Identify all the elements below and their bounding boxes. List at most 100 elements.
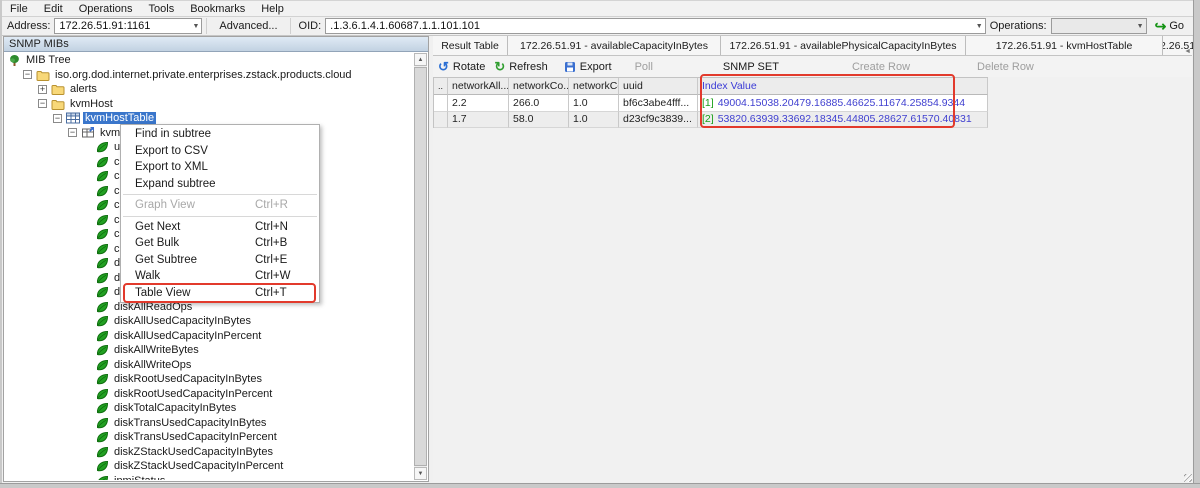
leaf-icon [96, 446, 109, 458]
tab-172-26-51-91-availablephysicalcapacityinbytes[interactable]: 172.26.51.91 - availablePhysicalCapacity… [721, 36, 966, 55]
tree-node-diskrootusedcapacityinpercent[interactable]: diskRootUsedCapacityInPercent [6, 387, 413, 402]
mib-panel-header: SNMP MIBs [4, 37, 428, 52]
resize-grip[interactable] [1184, 474, 1192, 482]
context-menu-item-get-subtree[interactable]: Get SubtreeCtrl+E [121, 252, 319, 269]
go-button[interactable]: ↪ Go [1151, 20, 1188, 32]
tree-node-diskallwritebytes[interactable]: diskAllWriteBytes [6, 343, 413, 358]
context-menu-item-export-to-csv[interactable]: Export to CSV [121, 143, 319, 160]
table-cell[interactable]: 266.0 [509, 95, 569, 112]
table-cell[interactable]: bf6c3abe4fff... [619, 95, 698, 112]
go-button-label: Go [1169, 20, 1184, 32]
table-cell[interactable] [434, 95, 448, 112]
tab-172-26-51-91-availablecapacityinbytes[interactable]: 172.26.51.91 - availableCapacityInBytes [508, 36, 721, 55]
context-menu-item-expand-subtree[interactable]: Expand subtree [121, 176, 319, 193]
table-cell[interactable]: d23cf9c3839... [619, 112, 698, 129]
tree-node-diskallusedcapacityinpercent[interactable]: diskAllUsedCapacityInPercent [6, 329, 413, 344]
table-cell-index-value[interactable]: [2]53820.63939.33692.18345.44805.28627.6… [698, 112, 988, 129]
advanced-button[interactable]: Advanced... [206, 18, 290, 34]
menu-edit[interactable]: Edit [36, 1, 71, 16]
chevron-down-icon[interactable]: ▼ [1133, 23, 1144, 30]
tab-result-table[interactable]: Result Table [433, 36, 508, 55]
tree-node-mib-tree[interactable]: MIB Tree [6, 53, 413, 68]
menu-bar: FileEditOperationsToolsBookmarksHelp [2, 1, 1193, 17]
toolbar-button-snmp-set[interactable]: SNMP SET [723, 61, 779, 73]
collapse-icon[interactable]: − [38, 99, 47, 108]
table-cell[interactable] [434, 112, 448, 129]
menu-tools[interactable]: Tools [141, 1, 183, 16]
context-menu-item-label: Get Subtree [135, 254, 197, 266]
leaf-icon [96, 286, 109, 298]
table-cell-index-value[interactable]: [1]49004.15038.20479.16885.46625.11674.2… [698, 95, 988, 112]
tab-scroll-left-icon[interactable]: ◄ [1184, 48, 1191, 480]
table-cell[interactable]: 1.0 [569, 95, 619, 112]
collapse-icon[interactable]: − [23, 70, 32, 79]
result-toolbar: ↺Rotate↻RefreshExportPollSNMP SETCreate … [433, 56, 1192, 77]
tree-node-disktotalcapacityinbytes[interactable]: diskTotalCapacityInBytes [6, 401, 413, 416]
table-cell[interactable]: 2.2 [448, 95, 509, 112]
tree-node-iso-org-dod-internet-private-enterprises-zstack-products-cloud[interactable]: − iso.org.dod.internet.private.enterprise… [6, 68, 413, 83]
column-header-2[interactable]: networkCo... [509, 78, 569, 95]
oid-label: OID: [299, 20, 322, 32]
tab-172-26-51-91-kvmhosttable[interactable]: 172.26.51.91 - kvmHostTable [966, 36, 1163, 55]
tree-node-label: MIB Tree [24, 54, 73, 66]
context-menu-item-export-to-xml[interactable]: Export to XML [121, 159, 319, 176]
column-header-3[interactable]: networkCo... [569, 78, 619, 95]
context-menu-item-label: Find in subtree [135, 128, 211, 140]
menu-separator [123, 194, 317, 195]
tree-node-ipmistatus[interactable]: ipmiStatus [6, 474, 413, 481]
column-header-4[interactable]: uuid [619, 78, 698, 95]
tree-node-diskzstackusedcapacityinpercent[interactable]: diskZStackUsedCapacityInPercent [6, 459, 413, 474]
chevron-down-icon[interactable]: ▼ [972, 23, 983, 30]
tree-node-diskallwriteops[interactable]: diskAllWriteOps [6, 358, 413, 373]
context-menu-item-label: Expand subtree [135, 178, 216, 190]
menu-bookmarks[interactable]: Bookmarks [182, 1, 253, 16]
context-menu-item-label: Export to CSV [135, 145, 208, 157]
tab-172-26-51-91[interactable]: 172.26.51.91 [1163, 36, 1196, 55]
toolbar-button-export[interactable]: Export [564, 61, 612, 73]
context-menu-item-table-view[interactable]: Table ViewCtrl+T [121, 285, 319, 302]
table-cell[interactable]: 1.0 [569, 112, 619, 129]
scroll-up-icon[interactable]: ▲ [414, 53, 427, 66]
tree-scrollbar[interactable]: ▲ ▼ [414, 53, 427, 480]
tree-node-diskrootusedcapacityinbytes[interactable]: diskRootUsedCapacityInBytes [6, 372, 413, 387]
tree-node-label: iso.org.dod.internet.private.enterprises… [53, 69, 354, 81]
table-row[interactable]: 1.758.01.0d23cf9c3839...[2]53820.63939.3… [434, 112, 988, 129]
collapse-icon[interactable]: − [68, 128, 77, 137]
tree-node-diskzstackusedcapacityinbytes[interactable]: diskZStackUsedCapacityInBytes [6, 445, 413, 460]
tab-label: 172.26.51.91 - kvmHostTable [996, 40, 1133, 52]
context-menu-item-get-next[interactable]: Get NextCtrl+N [121, 219, 319, 236]
context-menu-item-walk[interactable]: WalkCtrl+W [121, 268, 319, 285]
tree-node-disktransusedcapacityinbytes[interactable]: diskTransUsedCapacityInBytes [6, 416, 413, 431]
table-row[interactable]: 2.2266.01.0bf6c3abe4fff...[1]49004.15038… [434, 95, 988, 112]
context-menu-item-get-bulk[interactable]: Get BulkCtrl+B [121, 235, 319, 252]
tree-node-label: kvmHost [68, 98, 115, 110]
toolbar-button-refresh[interactable]: ↻Refresh [494, 61, 547, 73]
expand-icon[interactable]: + [38, 85, 47, 94]
column-header-0[interactable]: .. [434, 78, 448, 95]
leaf-icon [96, 214, 109, 226]
tree-node-label: kvmHostTable [83, 112, 156, 124]
tree-node-kvmhost[interactable]: − kvmHost [6, 97, 413, 112]
column-header-index-value[interactable]: Index Value [698, 78, 988, 95]
toolbar-button-label: Refresh [509, 61, 548, 73]
table-cell[interactable]: 1.7 [448, 112, 509, 129]
menu-file[interactable]: File [2, 1, 36, 16]
collapse-icon[interactable]: − [53, 114, 62, 123]
scrollbar-thumb[interactable] [414, 67, 427, 466]
oid-combobox[interactable]: .1.3.6.1.4.1.60687.1.1.101.101 ▼ [325, 18, 986, 34]
tree-node-label: diskRootUsedCapacityInPercent [112, 388, 274, 400]
tree-node-disktransusedcapacityinpercent[interactable]: diskTransUsedCapacityInPercent [6, 430, 413, 445]
column-header-1[interactable]: networkAll... [448, 78, 509, 95]
address-combobox[interactable]: 172.26.51.91:1161 ▼ [54, 18, 202, 34]
chevron-down-icon[interactable]: ▼ [188, 23, 199, 30]
menu-operations[interactable]: Operations [71, 1, 141, 16]
tree-node-diskallusedcapacityinbytes[interactable]: diskAllUsedCapacityInBytes [6, 314, 413, 329]
operations-combobox[interactable]: ▼ [1051, 18, 1147, 34]
menu-help[interactable]: Help [253, 1, 292, 16]
scroll-down-icon[interactable]: ▼ [414, 467, 427, 480]
context-menu-item-find-in-subtree[interactable]: Find in subtree [121, 126, 319, 143]
tree-node-alerts[interactable]: +alerts [6, 82, 413, 97]
table-cell[interactable]: 58.0 [509, 112, 569, 129]
toolbar-button-rotate[interactable]: ↺Rotate [438, 61, 485, 73]
index-value: 53820.63939.33692.18345.44805.28627.6157… [718, 113, 972, 125]
